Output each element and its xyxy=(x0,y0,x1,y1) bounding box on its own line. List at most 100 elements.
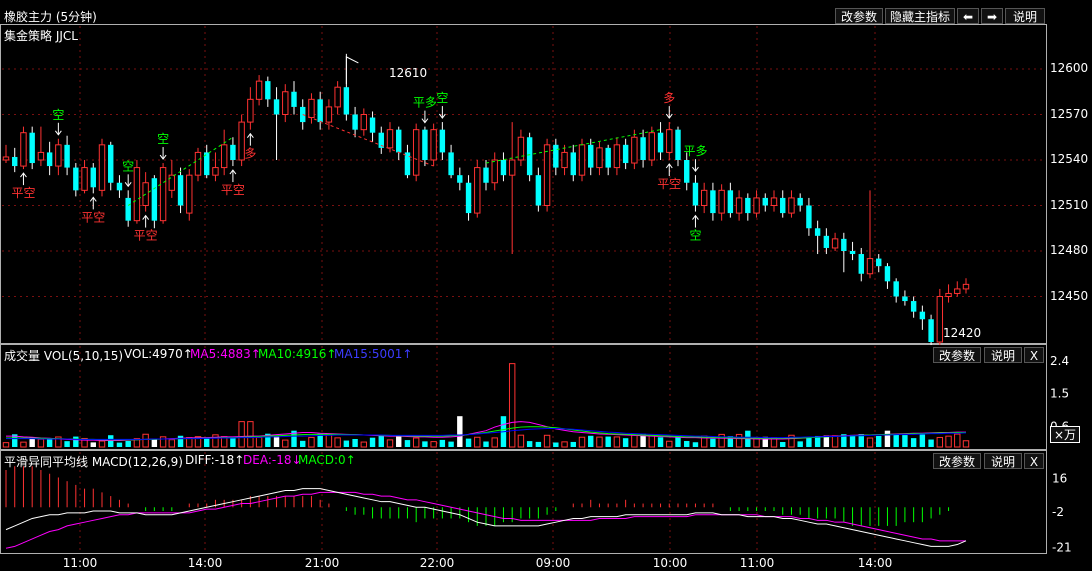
candle-body xyxy=(588,144,594,168)
volume-bar xyxy=(622,438,629,447)
volume-bar xyxy=(64,441,70,447)
volume-bar xyxy=(605,436,611,447)
candle-body xyxy=(902,296,908,302)
candle-body xyxy=(517,136,525,161)
volume-bar xyxy=(98,440,106,448)
candle-body xyxy=(675,129,681,160)
volume-bar xyxy=(369,437,376,447)
price-tick-label: 12480 xyxy=(1050,243,1089,257)
candle-body xyxy=(404,152,411,176)
macd-params-button[interactable]: 改参数 xyxy=(933,453,981,469)
candle-body xyxy=(823,235,830,248)
volume-bar xyxy=(902,435,908,447)
volume-bar xyxy=(90,442,96,447)
volume-help-button[interactable]: 说明 xyxy=(984,347,1022,363)
candle-body xyxy=(29,132,35,164)
candle-body xyxy=(64,144,70,168)
volume-bar xyxy=(526,441,533,447)
volume-bar xyxy=(831,435,839,448)
volume-bar xyxy=(631,434,638,448)
candle-body xyxy=(325,106,333,123)
candle-body xyxy=(910,301,917,312)
volume-bar xyxy=(936,436,944,448)
macd-help-button[interactable]: 说明 xyxy=(984,453,1022,469)
candle-body xyxy=(535,175,542,206)
candle-body xyxy=(543,144,551,206)
volume-bar xyxy=(151,438,158,447)
candle-body xyxy=(194,151,202,176)
high-price-label: 12610 xyxy=(389,66,428,80)
candle-body xyxy=(125,197,131,221)
candle-body xyxy=(684,160,690,183)
signal-label: 空 xyxy=(689,229,701,243)
candle-body xyxy=(133,167,141,222)
candle-body xyxy=(797,197,803,206)
macd-diff-value: DIFF:-18↑ xyxy=(185,453,245,467)
candle-body xyxy=(613,144,621,169)
candle-body xyxy=(220,144,228,169)
candle-body xyxy=(352,114,358,130)
candle-body xyxy=(631,136,638,164)
volume-bar xyxy=(457,416,463,447)
volume-bar xyxy=(613,436,621,448)
volume-bar xyxy=(255,436,263,448)
signal-label: 空 xyxy=(157,132,169,146)
volume-params-button[interactable]: 改参数 xyxy=(933,347,981,363)
volume-tick-label: 2.4 xyxy=(1050,354,1069,368)
volume-bar xyxy=(553,442,559,447)
macd-hist-value: MACD:0↑ xyxy=(298,453,356,467)
volume-bar xyxy=(578,436,586,448)
candle-body xyxy=(230,144,236,160)
volume-bar xyxy=(125,440,131,447)
candle-body xyxy=(962,283,970,290)
volume-close-button[interactable]: X xyxy=(1024,347,1044,363)
volume-bar xyxy=(412,437,420,448)
candle-body xyxy=(692,182,699,206)
candle-body xyxy=(55,144,62,167)
candle-body xyxy=(108,144,114,183)
time-tick-label: 11:00 xyxy=(62,556,98,570)
candle-body xyxy=(430,129,437,161)
volume-bar xyxy=(177,435,184,447)
volume-bar xyxy=(386,439,394,448)
volume-bar xyxy=(806,437,812,447)
candle-body xyxy=(640,137,646,160)
signal-label: 空 xyxy=(436,91,448,105)
volume-bar xyxy=(282,439,289,448)
volume-bar xyxy=(116,442,123,447)
candle-body xyxy=(919,311,926,320)
signal-label: 平空 xyxy=(11,186,35,200)
candle-body xyxy=(954,288,961,294)
candle-body xyxy=(386,129,394,149)
candle-body xyxy=(37,151,45,161)
volume-bar xyxy=(230,438,236,447)
volume-bar xyxy=(448,441,454,447)
volume-bar xyxy=(360,441,368,448)
macd-close-button[interactable]: X xyxy=(1024,453,1044,469)
volume-bar xyxy=(692,442,699,447)
volume-bar xyxy=(334,437,341,448)
candle-body xyxy=(605,147,611,168)
time-tick-label: 10:00 xyxy=(652,556,688,570)
vol-ma10-value: MA10:4916↑ xyxy=(258,347,337,361)
candle-body xyxy=(448,152,454,176)
candle-body xyxy=(700,189,708,206)
candle-body xyxy=(247,98,254,123)
signal-label: 多 xyxy=(244,147,256,161)
signal-label: 空 xyxy=(122,159,134,173)
candle-body xyxy=(396,129,402,153)
candle-body xyxy=(500,160,507,176)
volume-bar xyxy=(404,440,411,447)
candle-body xyxy=(578,144,586,176)
price-tick-label: 12540 xyxy=(1050,152,1089,166)
candle-body xyxy=(770,197,778,207)
candle-body xyxy=(334,86,341,108)
volume-tick-label: 1.5 xyxy=(1050,387,1069,401)
volume-bar xyxy=(20,441,27,448)
candle-body xyxy=(945,292,952,298)
volume-bar xyxy=(247,421,254,448)
signal-label: 平空 xyxy=(221,183,245,197)
volume-bar xyxy=(849,434,856,447)
volume-bar xyxy=(735,433,743,448)
time-tick-label: 11:00 xyxy=(739,556,775,570)
